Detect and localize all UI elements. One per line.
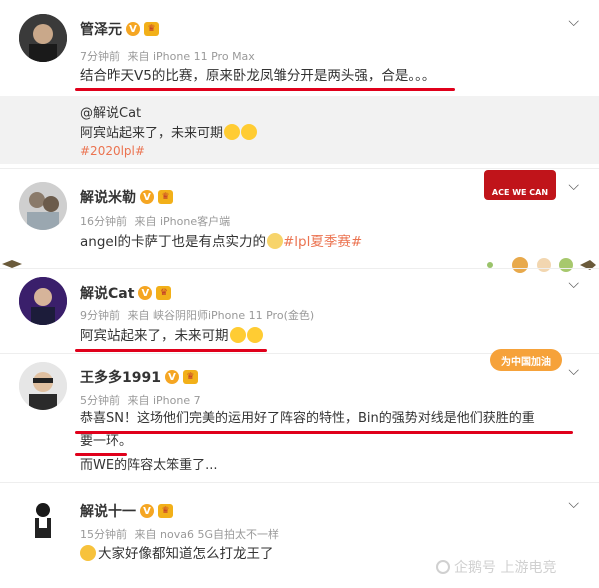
post-text: 结合昨天V5的比赛，原来卧龙凤雏分开是两头强，合是。。。	[80, 68, 436, 84]
user-name[interactable]: 王多多1991	[80, 367, 161, 387]
post-text-line2: 要一环。	[80, 434, 133, 449]
verified-icon: V	[126, 22, 140, 36]
repost-box[interactable]: @解说Cat 阿宾站起来了，未来可期 #2020lpl#	[0, 96, 599, 164]
post-text-row: 大家好像都知道怎么打龙王了	[80, 543, 274, 565]
user-name[interactable]: 解说十一	[80, 501, 136, 521]
avatar-image	[19, 496, 67, 544]
chevron-down-icon[interactable]: ⌵	[568, 14, 579, 30]
avatar[interactable]	[19, 496, 67, 544]
highlight-underline	[75, 349, 267, 352]
cheer-china-sticker: 为中国加油	[490, 349, 562, 371]
avatar[interactable]	[19, 182, 67, 230]
highlight-underline	[75, 431, 573, 434]
crown-icon: ♛	[158, 504, 173, 518]
divider	[0, 168, 599, 169]
crying-emoji-icon	[229, 327, 246, 343]
post-text: angel的卡萨丁也是有点实力的	[80, 234, 266, 250]
chevron-down-icon[interactable]: ⌵	[568, 178, 579, 194]
user-name[interactable]: 解说Cat	[80, 283, 134, 303]
ace-we-can-sticker: ACE WE CAN	[484, 170, 556, 200]
post-time: 7分钟前	[80, 50, 120, 63]
divider	[0, 482, 599, 483]
post-text: 大家好像都知道怎么打龙王了	[98, 546, 274, 562]
crying-emoji-icon	[241, 124, 258, 140]
post-text-line1: 恭喜SN！这场他们完美的运用好了阵容的特性，Bin的强势对线是他们获胜的重	[80, 411, 535, 426]
penguin-logo-icon	[436, 560, 450, 574]
crown-icon: ♛	[156, 286, 172, 300]
crying-emoji-icon	[246, 327, 263, 343]
post-source: 来自 iPhone 7	[127, 394, 201, 407]
avatar-image	[19, 362, 67, 410]
sunglasses-emoji-icon	[266, 233, 283, 249]
repost-text-row: 阿宾站起来了，未来可期	[80, 122, 258, 141]
post-time: 16分钟前	[80, 215, 127, 228]
crown-icon: ♛	[158, 190, 173, 204]
verified-icon: V	[164, 370, 179, 384]
post-source: 来自 nova6 5G自拍太不一样	[134, 528, 279, 541]
crown-icon: ♛	[182, 370, 198, 384]
post-text-row: 阿宾站起来了，未来可期	[80, 325, 263, 347]
chevron-down-icon[interactable]: ⌵	[568, 276, 579, 292]
post-source: 来自 峡谷阴阳师iPhone 11 Pro(金色)	[127, 309, 315, 322]
repost-tag[interactable]: #2020lpl#	[80, 144, 145, 158]
chevron-down-icon[interactable]: ⌵	[568, 363, 579, 379]
post-time: 9分钟前	[80, 309, 120, 322]
post-text: 阿宾站起来了，未来可期	[80, 328, 229, 344]
post-meta: 16分钟前 来自 iPhone客户端	[80, 213, 234, 229]
divider	[0, 268, 599, 269]
emoji-icon	[80, 545, 96, 561]
chevron-down-icon[interactable]: ⌵	[568, 496, 579, 512]
post-meta: 5分钟前 来自 iPhone 7	[80, 392, 205, 408]
post-time: 15分钟前	[80, 528, 127, 541]
post-meta: 9分钟前 来自 峡谷阴阳师iPhone 11 Pro(金色)	[80, 307, 318, 323]
decorative-sticker-row	[487, 257, 596, 273]
repost-text: 阿宾站起来了，未来可期	[80, 126, 224, 141]
crown-icon: ♛	[144, 22, 159, 36]
user-name[interactable]: 管泽元	[80, 19, 122, 39]
post-text-row: angel的卡萨丁也是有点实力的 #lpl夏季赛#	[80, 231, 362, 253]
avatar[interactable]	[19, 362, 67, 410]
sticker-text: 为中国加油	[501, 356, 551, 368]
verified-icon: V	[140, 504, 154, 518]
post-time: 5分钟前	[80, 394, 120, 407]
post-meta: 15分钟前 来自 nova6 5G自拍太不一样	[80, 526, 283, 542]
crying-emoji-icon	[224, 124, 241, 140]
avatar[interactable]	[19, 14, 67, 62]
user-name[interactable]: 解说米勒	[80, 187, 136, 207]
watermark: 企鹅号 上游电竞	[436, 557, 556, 577]
sticker-text: ACE WE CAN	[491, 188, 549, 197]
post-source: 来自 iPhone客户端	[134, 215, 231, 228]
post-tag[interactable]: #lpl夏季赛#	[283, 234, 362, 250]
avatar-image	[19, 14, 67, 62]
avatar-image	[19, 277, 67, 325]
avatar[interactable]	[19, 277, 67, 325]
watermark-text: 企鹅号 上游电竞	[454, 560, 557, 576]
verified-icon: V	[138, 286, 153, 300]
post-source: 来自 iPhone 11 Pro Max	[127, 50, 255, 63]
post-text-line3: 而WE的阵容太笨重了...	[80, 458, 218, 473]
avatar-image	[19, 182, 67, 230]
repost-author[interactable]: @解说Cat	[80, 102, 141, 121]
verified-icon: V	[140, 190, 154, 204]
highlight-underline	[75, 88, 455, 91]
post-meta: 7分钟前 来自 iPhone 11 Pro Max	[80, 48, 259, 64]
